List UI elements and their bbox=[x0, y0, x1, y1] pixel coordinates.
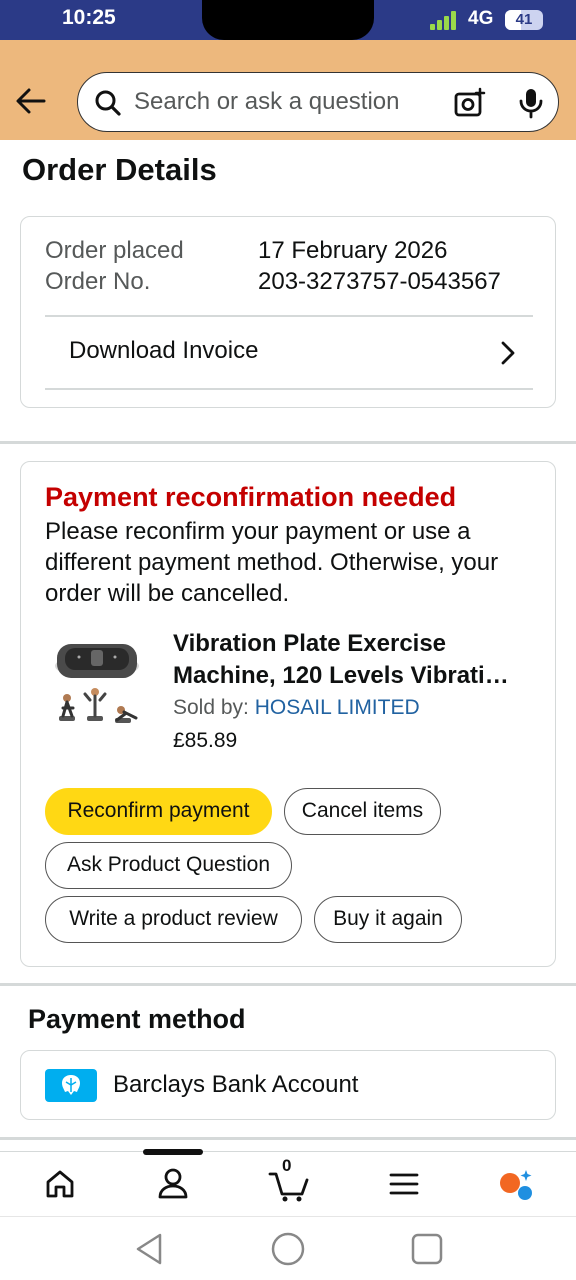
search-placeholder: Search or ask a question bbox=[134, 88, 400, 115]
search-icon bbox=[94, 89, 122, 117]
camera-notch bbox=[202, 0, 374, 40]
system-nav-bar bbox=[0, 1216, 576, 1280]
bottom-nav: 0 bbox=[0, 1149, 576, 1215]
order-number-label: Order No. bbox=[45, 268, 151, 295]
seller-link[interactable]: HOSAIL LIMITED bbox=[255, 696, 420, 719]
status-time: 10:25 bbox=[62, 6, 116, 29]
cancel-items-button[interactable]: Cancel items bbox=[284, 788, 441, 835]
barclays-logo-icon bbox=[45, 1069, 97, 1102]
camera-icon[interactable] bbox=[454, 87, 486, 119]
buy-it-again-button[interactable]: Buy it again bbox=[314, 896, 462, 943]
system-home-icon[interactable] bbox=[270, 1231, 306, 1267]
page-title: Order Details bbox=[22, 152, 217, 187]
divider bbox=[45, 388, 533, 390]
cart-icon[interactable]: 0 bbox=[268, 1156, 312, 1204]
section-separator bbox=[0, 983, 576, 986]
back-arrow-icon[interactable] bbox=[14, 84, 48, 118]
product-title[interactable]: Vibration Plate Exercise Machine, 120 Le… bbox=[173, 628, 533, 692]
search-input[interactable]: Search or ask a question bbox=[77, 72, 559, 132]
battery-level: 41 bbox=[515, 11, 533, 28]
payment-method-card[interactable]: Barclays Bank Account bbox=[20, 1050, 556, 1120]
alert-title: Payment reconfirmation needed bbox=[45, 482, 457, 512]
product-image[interactable] bbox=[51, 632, 143, 732]
signal-icon bbox=[430, 10, 460, 30]
alert-message: Please reconfirm your payment or use a d… bbox=[45, 518, 499, 607]
reconfirm-payment-button[interactable]: Reconfirm payment bbox=[45, 788, 272, 835]
order-placed-value: 17 February 2026 bbox=[258, 237, 448, 264]
rufus-icon[interactable] bbox=[497, 1164, 537, 1204]
cart-count: 0 bbox=[282, 1156, 292, 1175]
section-separator bbox=[0, 441, 576, 444]
system-back-icon[interactable] bbox=[132, 1231, 168, 1267]
payment-alert-card: Payment reconfirmation needed Please rec… bbox=[20, 461, 556, 967]
write-review-button[interactable]: Write a product review bbox=[45, 896, 302, 943]
system-recents-icon[interactable] bbox=[409, 1231, 445, 1267]
status-bar: 10:25 4G 41 bbox=[0, 0, 576, 40]
sold-by-label: Sold by: bbox=[173, 696, 255, 719]
sold-by-line: Sold by: HOSAIL LIMITED bbox=[173, 696, 420, 720]
product-price: £85.89 bbox=[173, 729, 238, 752]
download-invoice-label: Download Invoice bbox=[69, 337, 259, 364]
chevron-right-icon bbox=[497, 339, 519, 367]
order-placed-label: Order placed bbox=[45, 237, 184, 264]
order-number-value: 203-3273757-0543567 bbox=[258, 268, 501, 295]
ask-product-question-button[interactable]: Ask Product Question bbox=[45, 842, 292, 889]
order-info-card: Order placed 17 February 2026 Order No. … bbox=[20, 216, 556, 408]
network-label: 4G bbox=[468, 8, 494, 29]
account-icon[interactable] bbox=[153, 1164, 193, 1204]
menu-icon[interactable] bbox=[384, 1164, 424, 1204]
section-separator bbox=[0, 1137, 576, 1140]
bank-account-name: Barclays Bank Account bbox=[113, 1071, 359, 1098]
app-header: Search or ask a question bbox=[0, 40, 576, 140]
download-invoice-link[interactable]: Download Invoice bbox=[45, 317, 533, 389]
battery-icon: 41 bbox=[505, 10, 543, 30]
microphone-icon[interactable] bbox=[518, 87, 544, 119]
active-tab-indicator bbox=[143, 1149, 203, 1155]
home-icon[interactable] bbox=[40, 1164, 80, 1204]
payment-method-heading: Payment method bbox=[28, 1004, 246, 1034]
